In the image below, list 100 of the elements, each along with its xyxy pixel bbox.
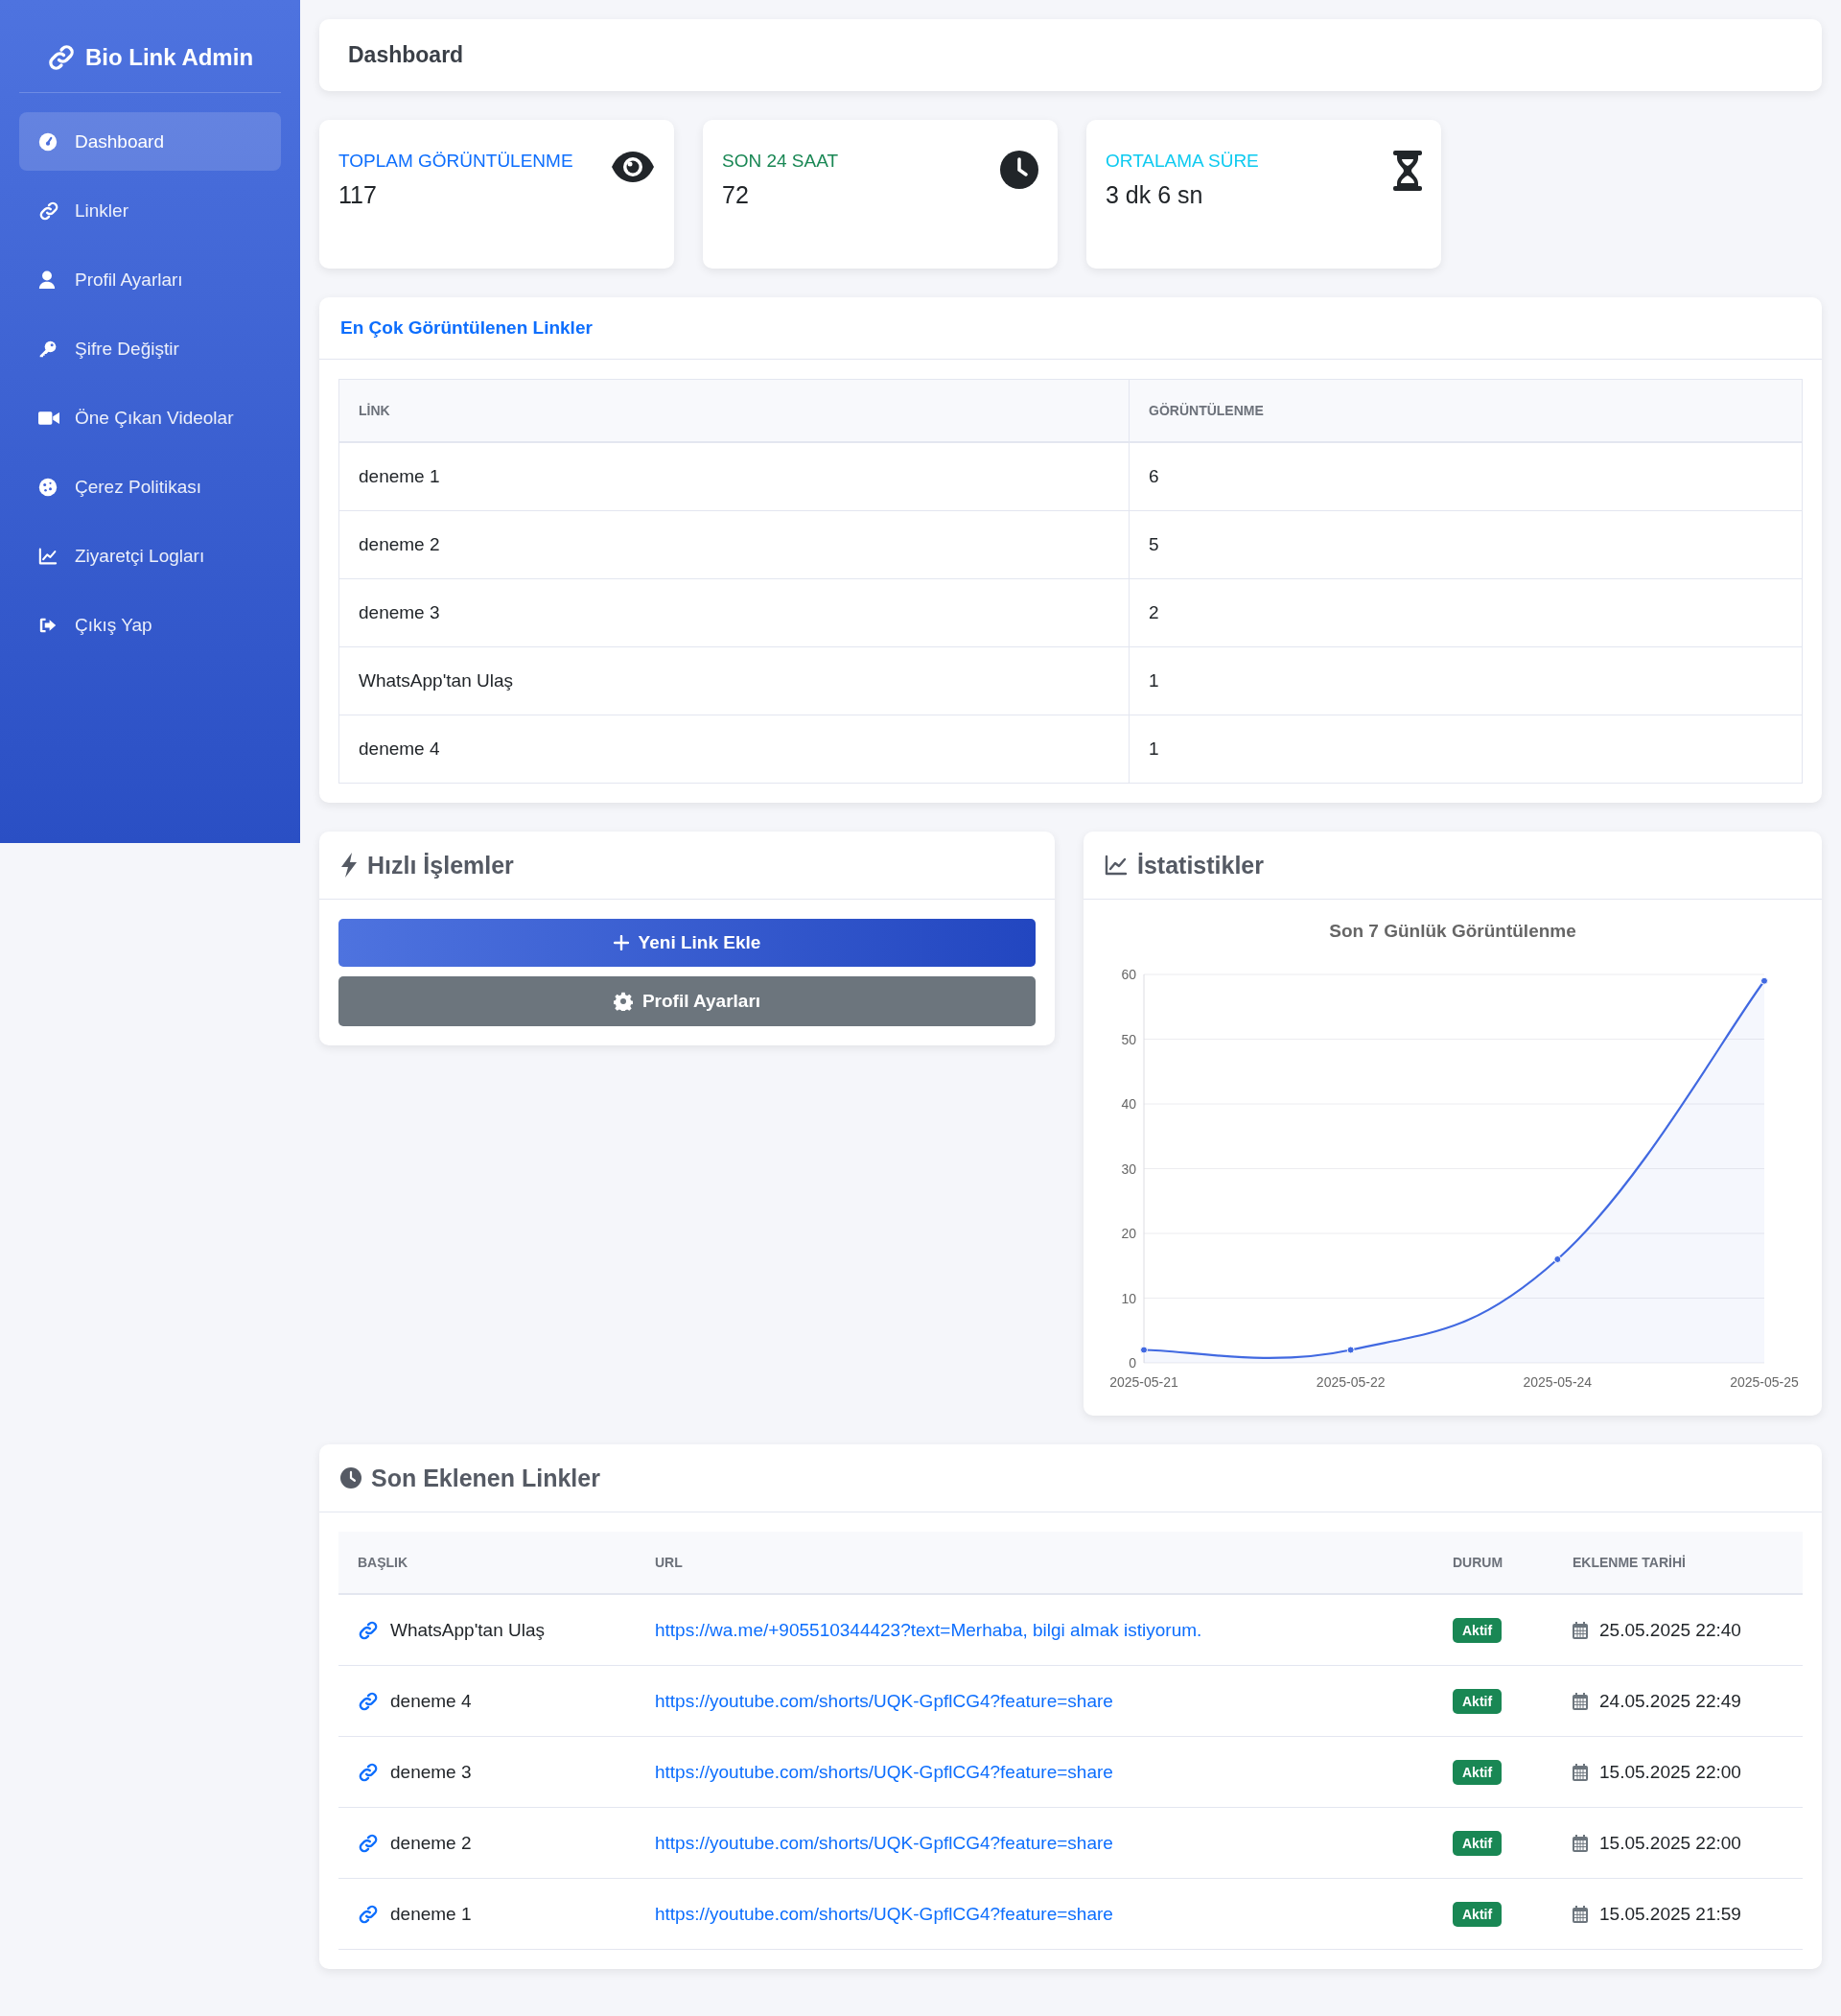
nav-item[interactable]: Çıkış Yap [19, 596, 281, 654]
link-icon [38, 199, 59, 222]
table-cell: WhatsApp'tan Ulaş [338, 646, 1130, 715]
x-tick-label: 2025-05-22 [1316, 1374, 1386, 1390]
link-icon [358, 1619, 379, 1641]
card-title: Son Eklenen Linkler [371, 1464, 600, 1492]
clock-icon [340, 1467, 361, 1489]
table-cell: 6 [1129, 442, 1803, 511]
stat-value: 3 dk 6 sn [1106, 181, 1204, 209]
nav-item[interactable]: Şifre Değiştir [19, 319, 281, 378]
column-header: URL [636, 1532, 1433, 1594]
nav-item[interactable]: Ziyaretçi Logları [19, 527, 281, 585]
status-badge: Aktif [1453, 1901, 1503, 1927]
card-title: Hızlı İşlemler [367, 851, 514, 879]
stat-value: 117 [338, 181, 378, 209]
stat-label: ORTALAMA SÜRE [1106, 151, 1259, 172]
calendar-icon [1573, 1621, 1588, 1639]
status-badge: Aktif [1453, 1617, 1503, 1643]
link-title: deneme 1 [390, 1903, 472, 1925]
link-title: deneme 4 [390, 1690, 472, 1712]
calendar-icon [1573, 1834, 1588, 1852]
url-link[interactable]: https://youtube.com/shorts/UQK-GpflCG4?feature=share [655, 1761, 1113, 1782]
data-point [1140, 1346, 1148, 1354]
eye-icon [611, 151, 655, 183]
link-title: deneme 3 [390, 1761, 472, 1783]
stat-label: TOPLAM GÖRÜNTÜLENME [338, 151, 573, 172]
date-text: 15.05.2025 22:00 [1599, 1832, 1741, 1854]
lightning-icon [340, 853, 358, 878]
table-cell: deneme 1 [338, 442, 1130, 511]
nav-item[interactable]: Linkler [19, 181, 281, 240]
column-header: BAŞLIK [338, 1532, 636, 1594]
link-icon [358, 1690, 379, 1712]
calendar-icon [1573, 1905, 1588, 1923]
gauge-icon [38, 131, 58, 152]
link-icon [46, 43, 76, 72]
column-header: EKLENME TARİHİ [1553, 1532, 1803, 1594]
url-link[interactable]: https://wa.me/+905510344423?text=Merhaba, bilgi almak istiyorum. [655, 1619, 1202, 1640]
video-camera-icon [38, 410, 59, 426]
y-tick-label: 10 [1121, 1290, 1136, 1306]
user-icon [38, 270, 56, 290]
plus-icon [613, 935, 629, 950]
calendar-icon [1573, 1763, 1588, 1781]
column-header: GÖRÜNTÜLENME [1129, 379, 1803, 442]
link-icon [358, 1832, 379, 1854]
data-point [1553, 1255, 1562, 1263]
url-link[interactable]: https://youtube.com/shorts/UQK-GpflCG4?feature=share [655, 1832, 1113, 1853]
table-cell: 2 [1129, 578, 1803, 647]
page-title: Dashboard [348, 42, 464, 68]
column-header: DURUM [1433, 1532, 1553, 1594]
brand-title: Bio Link Admin [84, 44, 254, 71]
x-tick-label: 2025-05-25 [1730, 1374, 1799, 1390]
date-text: 15.05.2025 21:59 [1599, 1903, 1741, 1925]
status-badge: Aktif [1453, 1759, 1503, 1785]
settings-icon [613, 992, 633, 1011]
status-badge: Aktif [1453, 1688, 1503, 1714]
y-tick-label: 20 [1121, 1226, 1136, 1241]
url-link[interactable]: https://youtube.com/shorts/UQK-GpflCG4?feature=share [655, 1690, 1113, 1711]
table-cell: 5 [1129, 510, 1803, 579]
sign-out-icon [38, 616, 58, 634]
date-text: 15.05.2025 22:00 [1599, 1761, 1741, 1783]
table-cell: deneme 2 [338, 510, 1130, 579]
line-chart-icon [1105, 855, 1128, 876]
stat-label: SON 24 SAAT [722, 151, 839, 172]
x-tick-label: 2025-05-24 [1523, 1374, 1593, 1390]
card-title: İstatistikler [1137, 851, 1264, 879]
nav-item[interactable]: Çerez Politikası [19, 457, 281, 516]
chart-title: Son 7 Günlük Görüntülenme [1328, 921, 1577, 942]
calendar-icon [1573, 1692, 1588, 1710]
date-text: 25.05.2025 22:40 [1599, 1619, 1741, 1641]
profile-settings-button[interactable]: Profil Ayarları [338, 976, 1036, 1026]
data-point [1346, 1346, 1355, 1354]
column-header: LİNK [338, 379, 1130, 442]
y-tick-label: 60 [1121, 967, 1136, 982]
y-tick-label: 30 [1121, 1160, 1136, 1177]
nav-item[interactable]: Dashboard [19, 112, 281, 171]
y-tick-label: 0 [1129, 1355, 1136, 1371]
date-text: 24.05.2025 22:49 [1599, 1690, 1741, 1712]
x-tick-label: 2025-05-21 [1109, 1374, 1178, 1390]
y-tick-label: 50 [1121, 1031, 1136, 1047]
nav-item[interactable]: Profil Ayarları [19, 250, 281, 309]
key-icon [38, 339, 58, 359]
link-title: deneme 2 [390, 1832, 472, 1854]
data-point [1760, 976, 1768, 985]
link-title: WhatsApp'tan Ulaş [390, 1619, 545, 1641]
link-icon [358, 1903, 379, 1925]
hourglass-icon [1393, 151, 1422, 191]
cookie-icon [38, 477, 58, 497]
add-link-button[interactable]: Yeni Link Ekle [338, 919, 1036, 967]
table-cell: deneme 3 [338, 578, 1130, 647]
status-badge: Aktif [1453, 1830, 1503, 1856]
table-cell: deneme 4 [338, 715, 1130, 784]
table-cell: 1 [1129, 715, 1803, 784]
table-cell: 1 [1129, 646, 1803, 715]
link-icon [358, 1761, 379, 1783]
nav-item[interactable]: Öne Çıkan Videolar [19, 388, 281, 447]
line-chart-icon [38, 547, 58, 565]
card-title: En Çok Görüntülenen Linkler [340, 317, 593, 339]
stat-value: 72 [722, 181, 750, 209]
url-link[interactable]: https://youtube.com/shorts/UQK-GpflCG4?feature=share [655, 1903, 1113, 1924]
y-tick-label: 40 [1121, 1096, 1136, 1112]
